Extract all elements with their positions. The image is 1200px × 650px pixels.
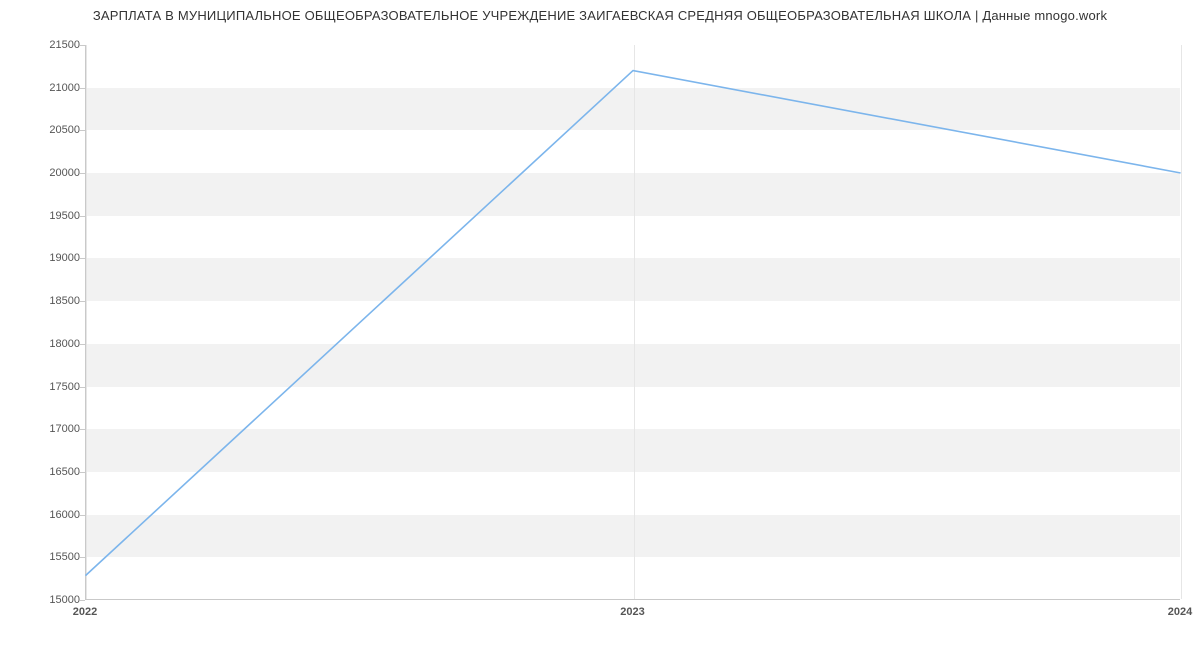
x-tick-label: 2023 bbox=[620, 606, 644, 618]
line-series bbox=[86, 45, 1180, 599]
y-tick-label: 18000 bbox=[10, 338, 80, 350]
y-tick-label: 19500 bbox=[10, 210, 80, 222]
y-tick-label: 17500 bbox=[10, 381, 80, 393]
salary-chart: ЗАРПЛАТА В МУНИЦИПАЛЬНОЕ ОБЩЕОБРАЗОВАТЕЛ… bbox=[0, 0, 1200, 650]
y-tick-label: 20500 bbox=[10, 124, 80, 136]
y-tick-label: 16500 bbox=[10, 466, 80, 478]
y-tick-mark bbox=[80, 600, 85, 601]
x-gridline bbox=[1181, 45, 1182, 599]
y-tick-label: 17000 bbox=[10, 423, 80, 435]
y-tick-label: 21000 bbox=[10, 82, 80, 94]
y-tick-label: 15500 bbox=[10, 551, 80, 563]
y-tick-label: 18500 bbox=[10, 295, 80, 307]
y-tick-label: 16000 bbox=[10, 509, 80, 521]
plot-area bbox=[85, 45, 1180, 600]
x-tick-label: 2022 bbox=[73, 606, 97, 618]
chart-title: ЗАРПЛАТА В МУНИЦИПАЛЬНОЕ ОБЩЕОБРАЗОВАТЕЛ… bbox=[0, 8, 1200, 23]
y-tick-label: 19000 bbox=[10, 252, 80, 264]
y-tick-label: 21500 bbox=[10, 39, 80, 51]
x-tick-label: 2024 bbox=[1168, 606, 1192, 618]
y-tick-label: 20000 bbox=[10, 167, 80, 179]
y-tick-label: 15000 bbox=[10, 594, 80, 606]
